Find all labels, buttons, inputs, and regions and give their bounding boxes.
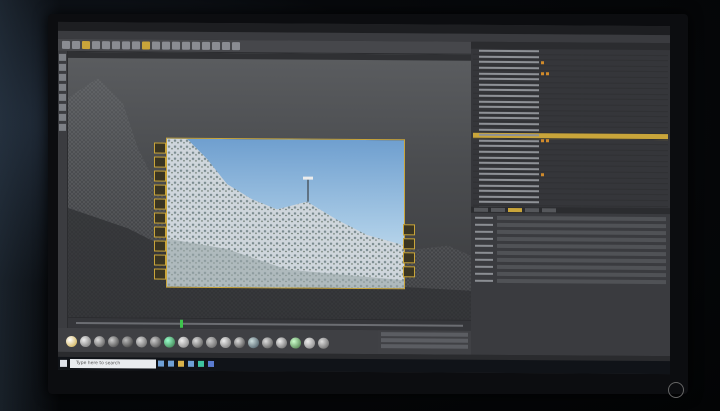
- windows-start-icon[interactable]: [60, 359, 67, 367]
- attribute-manager: [471, 206, 670, 357]
- material-manager: [58, 327, 378, 355]
- folder-icon[interactable]: [178, 360, 184, 367]
- render-view-icon[interactable]: [142, 41, 150, 50]
- material-swatch[interactable]: [248, 337, 259, 349]
- scale-tool-icon[interactable]: [92, 41, 100, 50]
- attribute-row[interactable]: [475, 264, 666, 270]
- attr-tab[interactable]: [542, 208, 556, 213]
- cloner-icon[interactable]: [192, 41, 200, 50]
- material-swatch[interactable]: [136, 336, 147, 348]
- coord-row[interactable]: [381, 332, 468, 337]
- attribute-row[interactable]: [475, 250, 666, 256]
- attr-tab[interactable]: [525, 208, 539, 213]
- model-mode-icon[interactable]: [59, 53, 66, 61]
- material-swatch[interactable]: [234, 337, 245, 349]
- material-swatch[interactable]: [122, 336, 133, 348]
- material-swatch[interactable]: [80, 336, 91, 348]
- app-icon[interactable]: [208, 360, 214, 367]
- material-swatch[interactable]: [108, 336, 119, 348]
- interactive-render-region[interactable]: [166, 137, 405, 290]
- undo-icon[interactable]: [62, 40, 70, 49]
- deformer-icon[interactable]: [202, 41, 210, 50]
- move-tool-icon[interactable]: [82, 41, 90, 50]
- lock-icon[interactable]: [59, 123, 66, 131]
- edges-mode-icon[interactable]: [59, 83, 66, 91]
- floor-icon[interactable]: [212, 41, 220, 50]
- timeline-playhead[interactable]: [180, 319, 183, 328]
- coordinates-manager: [378, 330, 471, 355]
- texture-mode-icon[interactable]: [59, 63, 66, 71]
- task-view-icon[interactable]: [158, 360, 164, 367]
- material-swatch[interactable]: [94, 336, 105, 348]
- pen-icon[interactable]: [172, 41, 180, 50]
- render-region-handles-left[interactable]: [154, 142, 166, 283]
- material-swatch[interactable]: [164, 336, 175, 348]
- coord-row[interactable]: [381, 338, 468, 343]
- axis-y-icon[interactable]: [122, 41, 130, 50]
- material-swatch[interactable]: [66, 335, 77, 347]
- axis-z-icon[interactable]: [132, 41, 140, 50]
- attribute-row[interactable]: [475, 215, 666, 221]
- attr-tab[interactable]: [474, 207, 488, 212]
- material-swatch[interactable]: [192, 336, 203, 348]
- camera-icon[interactable]: [222, 42, 230, 51]
- material-swatch[interactable]: [178, 336, 189, 348]
- attr-tab-active[interactable]: [508, 208, 522, 213]
- material-swatch[interactable]: [150, 336, 161, 348]
- material-swatch[interactable]: [220, 336, 231, 349]
- search-input[interactable]: Type here to search: [70, 358, 156, 369]
- attr-tab[interactable]: [491, 207, 505, 212]
- material-swatch[interactable]: [276, 337, 287, 349]
- render-region-handles-right[interactable]: [403, 224, 415, 284]
- app-icon[interactable]: [198, 360, 204, 367]
- left-tool-palette: [58, 50, 67, 341]
- rotate-tool-icon[interactable]: [102, 41, 110, 50]
- rendered-mountain: [167, 138, 404, 289]
- monitor-screen: Type here to search: [58, 21, 670, 375]
- attribute-row[interactable]: [475, 257, 666, 263]
- light-icon[interactable]: [232, 42, 240, 51]
- cube-icon[interactable]: [162, 41, 170, 50]
- points-mode-icon[interactable]: [59, 73, 66, 81]
- axis-x-icon[interactable]: [112, 41, 120, 50]
- attribute-tabs: [471, 206, 670, 215]
- render-icon[interactable]: [152, 41, 160, 50]
- 3d-viewport[interactable]: [68, 51, 471, 320]
- polygons-mode-icon[interactable]: [59, 93, 66, 101]
- material-swatch[interactable]: [318, 337, 329, 349]
- redo-icon[interactable]: [72, 40, 80, 50]
- snap-icon[interactable]: [59, 103, 66, 111]
- workplane-icon[interactable]: [59, 113, 66, 121]
- browser-icon[interactable]: [168, 360, 174, 367]
- material-swatch[interactable]: [304, 337, 315, 349]
- attribute-row[interactable]: [475, 278, 666, 284]
- object-manager: [471, 41, 670, 218]
- attribute-row[interactable]: [475, 271, 666, 277]
- material-swatch[interactable]: [290, 337, 301, 349]
- material-swatch[interactable]: [206, 336, 217, 348]
- store-icon[interactable]: [188, 360, 194, 367]
- coord-row[interactable]: [381, 344, 468, 349]
- power-icon[interactable]: [668, 382, 684, 398]
- attribute-row[interactable]: [475, 222, 666, 228]
- attribute-row[interactable]: [475, 236, 666, 242]
- material-swatch[interactable]: [262, 337, 273, 349]
- attribute-row[interactable]: [475, 243, 666, 249]
- subdivision-icon[interactable]: [182, 41, 190, 50]
- attribute-row[interactable]: [475, 229, 666, 235]
